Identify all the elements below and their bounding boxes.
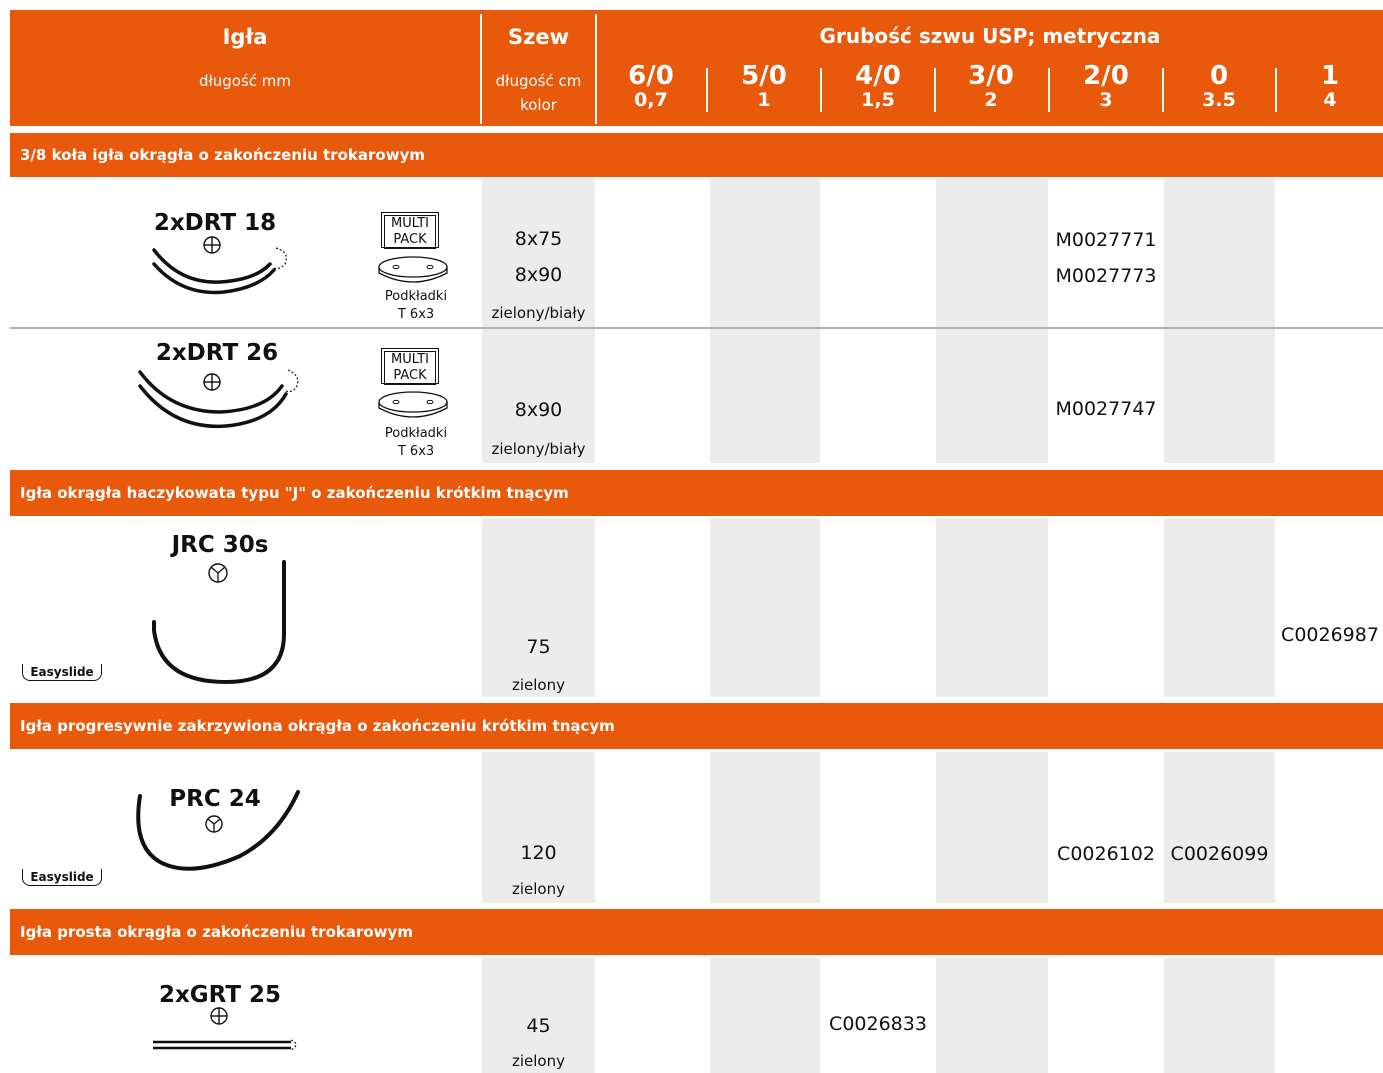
size-header-4-0: 4/0 1,5 <box>855 61 901 111</box>
product-code[interactable]: C0026099 <box>1164 843 1275 865</box>
suture-length: 8x90 <box>514 399 563 421</box>
pads-size: T 6x3 <box>397 444 435 459</box>
product-code[interactable]: M0027773 <box>1050 265 1162 287</box>
suture-color: zielony <box>512 880 565 898</box>
column-stripe <box>936 752 1048 903</box>
suture-color: zielony <box>512 1052 565 1070</box>
column-stripe <box>936 518 1048 697</box>
size-header-6-0: 6/0 0,7 <box>628 61 674 111</box>
column-stripe <box>482 518 595 697</box>
suture-length: 75 <box>526 636 551 658</box>
row-divider <box>10 327 1383 329</box>
thickness-header-title: Grubość szwu USP; metryczna <box>819 24 1161 48</box>
pads-size: T 6x3 <box>397 307 435 322</box>
suture-length: 8x90 <box>514 264 563 286</box>
section-header: Igła prosta okrągła o zakończeniu trokar… <box>10 909 1383 955</box>
multipack-icon: MULTI PACK <box>381 348 439 385</box>
column-stripe <box>710 752 820 903</box>
multipack-icon: MULTI PACK <box>381 212 439 249</box>
size-header-2-0: 2/0 3 <box>1083 61 1129 111</box>
easyslide-badge: Easyslide <box>22 664 102 681</box>
section-header: Igła progresywnie zakrzywiona okrągła o … <box>10 703 1383 749</box>
needle-drawing <box>138 369 299 429</box>
easyslide-badge: Easyslide <box>22 869 102 886</box>
suture-header-length: długość cm <box>495 72 582 90</box>
needle-drawing <box>136 790 300 871</box>
column-stripe <box>710 958 820 1073</box>
pad-icon <box>378 391 448 418</box>
size-header-5-0: 5/0 1 <box>741 61 787 111</box>
product-code[interactable]: M0027747 <box>1050 398 1162 420</box>
needle-header-title: Igła <box>222 25 268 49</box>
suture-color: zielony/biały <box>491 304 586 322</box>
column-stripe <box>936 958 1048 1073</box>
needle-drawing <box>152 236 287 295</box>
size-header-0: 0 3.5 <box>1202 61 1236 111</box>
suture-length: 120 <box>520 842 557 864</box>
pads-label: Podkładki <box>384 426 448 441</box>
suture-color: zielony/biały <box>491 440 586 458</box>
needle-drawing <box>152 560 286 685</box>
column-stripe <box>1164 752 1275 903</box>
suture-color: zielony <box>512 676 565 694</box>
size-header-3-0: 3/0 2 <box>968 61 1014 111</box>
column-stripe <box>1164 518 1275 697</box>
section-header: Igła okrągła haczykowata typu "J" o zako… <box>10 470 1383 516</box>
product-code[interactable]: C0026987 <box>1277 624 1383 646</box>
suture-length: 45 <box>526 1015 551 1037</box>
section-header: 3/8 koła igła okrągła o zakończeniu trok… <box>10 133 1383 177</box>
product-code[interactable]: C0026102 <box>1050 843 1162 865</box>
suture-header-color: kolor <box>520 96 557 114</box>
column-stripe <box>1164 178 1275 463</box>
column-stripe <box>936 178 1048 463</box>
suture-length: 8x75 <box>514 228 563 250</box>
product-code[interactable]: M0027771 <box>1050 229 1162 251</box>
size-divider <box>706 68 708 112</box>
column-stripe <box>710 178 820 463</box>
size-header-1: 1 4 <box>1320 61 1340 111</box>
product-code[interactable]: C0026833 <box>822 1013 934 1035</box>
needle-drawing <box>153 1007 297 1051</box>
needle-header-sub: długość mm <box>198 72 292 90</box>
needle-name: JRC 30s <box>171 532 269 558</box>
column-stripe <box>1164 958 1275 1073</box>
column-stripe <box>710 518 820 697</box>
pads-label: Podkładki <box>384 289 448 304</box>
pad-icon <box>378 256 448 283</box>
suture-header-title: Szew <box>508 25 569 49</box>
